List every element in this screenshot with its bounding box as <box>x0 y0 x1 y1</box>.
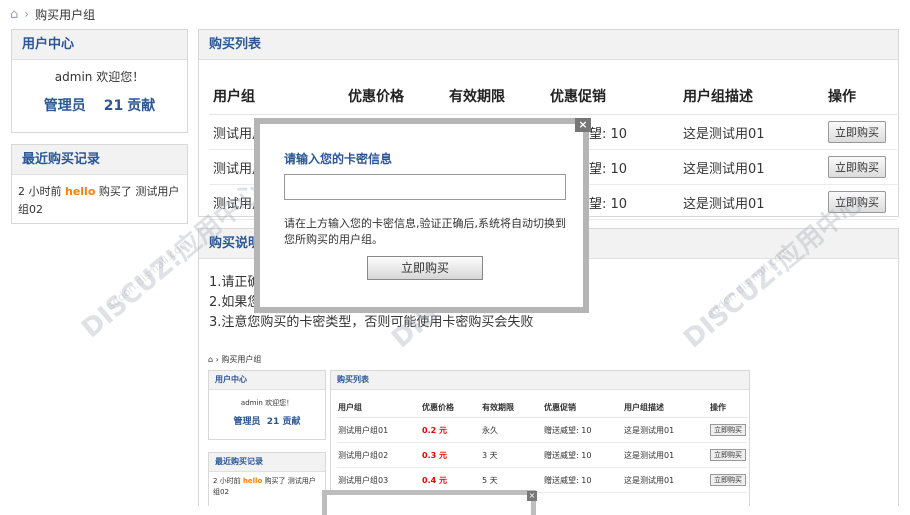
welcome-text: admin 欢迎您！ <box>54 70 145 84</box>
note-line: 3.注意您购买的卡密类型，否则可能使用卡密购买会失败 <box>209 315 534 330</box>
buy-now-button[interactable]: 立即购买 <box>367 256 483 280</box>
col-header: 操作 <box>824 78 897 115</box>
modal-title: 请输入您的卡密信息 <box>284 152 393 166</box>
col-header: 优惠促销 <box>546 78 679 115</box>
record-user[interactable]: hello <box>65 185 95 198</box>
card-code-input[interactable] <box>284 174 566 200</box>
panel-title: 最近购买记录 <box>12 145 187 175</box>
example-screenshot: ⌂ › 购买用户组 用户中心 admin 欢迎您！ 管理员 21 贡献 最近购买… <box>206 348 756 515</box>
group-desc: 这是测试用01 <box>679 149 824 185</box>
mini-user-center: 用户中心 admin 欢迎您！ 管理员 21 贡献 <box>208 370 326 440</box>
group-desc: 这是测试用01 <box>679 114 824 150</box>
buy-now-button[interactable]: 立即购买 <box>828 121 886 143</box>
group-desc: 这是测试用01 <box>679 184 824 220</box>
breadcrumb: ⌂ › 购买用户组 <box>10 6 95 22</box>
record-time: 2 小时前 <box>18 185 62 198</box>
modal-hint: 请在上方输入您的卡密信息,验证正确后,系统将自动切换到您所购买的用户组。 <box>284 217 566 246</box>
buy-now-button[interactable]: 立即购买 <box>828 156 886 178</box>
contribution-count: 21 <box>103 98 124 114</box>
panel-title: 用户中心 <box>12 30 187 60</box>
card-code-modal: × 请输入您的卡密信息 请在上方输入您的卡密信息,验证正确后,系统将自动切换到您… <box>254 118 591 313</box>
contribution: 21 贡献 <box>104 95 155 115</box>
user-role[interactable]: 管理员 <box>44 95 86 115</box>
contribution-label: 贡献 <box>127 98 156 114</box>
mini-buy-list: 购买列表 用户组 优惠价格 有效期限 优惠促销 用户组描述 操作 测试用户组01… <box>330 370 750 506</box>
panel-title: 购买列表 <box>199 30 898 60</box>
breadcrumb-current[interactable]: 购买用户组 <box>35 6 95 23</box>
close-icon[interactable]: × <box>575 118 591 132</box>
home-icon[interactable]: ⌂ <box>10 7 18 22</box>
mini-recent: 最近购买记录 2 小时前 hello 购买了 测试用户组02 <box>208 452 326 506</box>
mini-breadcrumb: ⌂ › 购买用户组 <box>208 355 262 364</box>
recent-record: 2 小时前 hello 购买了 测试用户组02 <box>12 175 187 227</box>
table-header: 用户组 优惠价格 有效期限 优惠促销 用户组描述 操作 <box>209 78 897 115</box>
recent-purchases-panel: 最近购买记录 2 小时前 hello 购买了 测试用户组02 <box>11 144 188 224</box>
col-header: 用户组描述 <box>679 78 824 115</box>
col-header: 有效期限 <box>445 78 546 115</box>
col-header: 用户组 <box>209 78 344 115</box>
user-center-panel: 用户中心 admin 欢迎您！ 管理员 21 贡献 <box>11 29 188 133</box>
mini-modal: × <box>322 490 537 515</box>
chevron-right-icon: › <box>24 7 30 21</box>
col-header: 优惠价格 <box>344 78 445 115</box>
